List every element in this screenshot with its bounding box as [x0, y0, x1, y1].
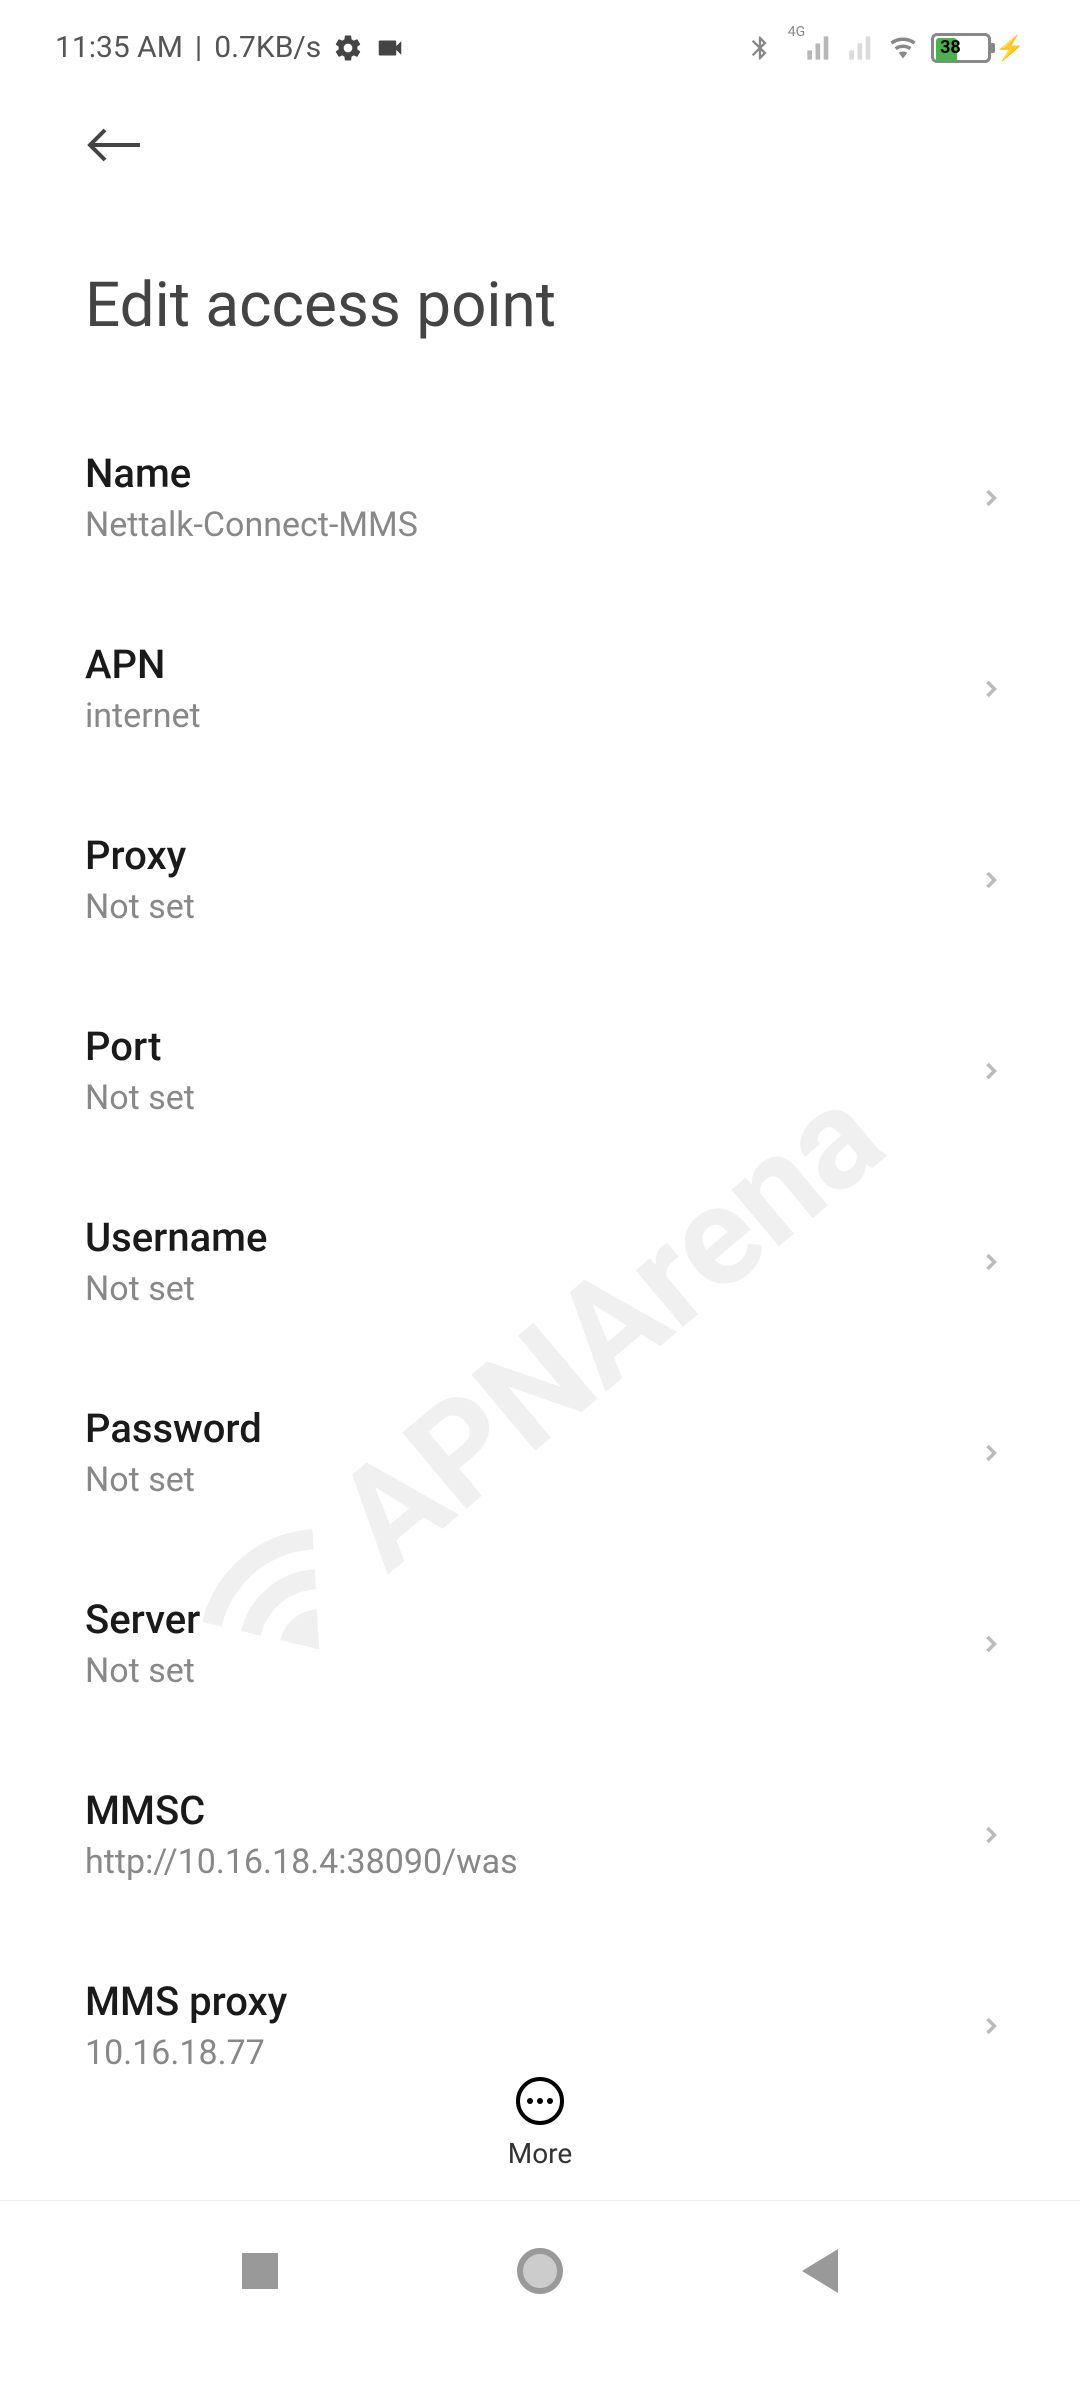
nav-back-button[interactable]: [795, 2246, 845, 2296]
chevron-right-icon: [977, 1248, 1005, 1276]
bottom-bar: More: [0, 2077, 1080, 2170]
chevron-right-icon: [977, 1439, 1005, 1467]
nav-home-button[interactable]: [515, 2246, 565, 2296]
back-arrow-icon[interactable]: [85, 125, 145, 165]
chevron-right-icon: [977, 1630, 1005, 1658]
setting-value: http://10.16.18.4:38090/was: [85, 1842, 518, 1882]
setting-name[interactable]: Name Nettalk-Connect-MMS: [85, 402, 1025, 593]
status-bar: 11:35 AM | 0.7KB/s 4G 38 ⚡: [0, 0, 1080, 85]
setting-mmsc[interactable]: MMSC http://10.16.18.4:38090/was: [85, 1739, 1025, 1930]
chevron-right-icon: [977, 866, 1005, 894]
setting-label: MMS proxy: [85, 1978, 287, 2025]
chevron-right-icon: [977, 1057, 1005, 1085]
setting-value: Not set: [85, 1269, 267, 1309]
more-label: More: [508, 2137, 573, 2170]
setting-label: Name: [85, 450, 418, 497]
navigation-bar: [0, 2200, 1080, 2340]
settings-list: Name Nettalk-Connect-MMS APN internet Pr…: [0, 402, 1080, 2121]
setting-value: Not set: [85, 887, 195, 927]
wifi-icon: [889, 34, 917, 62]
setting-password[interactable]: Password Not set: [85, 1357, 1025, 1548]
setting-value: Not set: [85, 1651, 200, 1691]
camera-icon: [375, 33, 405, 63]
status-data-speed: 0.7KB/s: [214, 30, 321, 65]
setting-value: Not set: [85, 1460, 262, 1500]
battery-indicator: 38 ⚡: [931, 33, 1025, 63]
setting-apn[interactable]: APN internet: [85, 593, 1025, 784]
setting-label: Port: [85, 1023, 195, 1070]
setting-label: APN: [85, 641, 201, 688]
gear-icon: [333, 33, 363, 63]
page-title: Edit access point: [0, 189, 1080, 402]
signal-icon-2: [847, 34, 875, 62]
more-button[interactable]: More: [508, 2077, 573, 2170]
setting-label: Username: [85, 1214, 267, 1261]
status-time: 11:35 AM: [55, 30, 183, 65]
setting-label: Proxy: [85, 832, 195, 879]
status-left: 11:35 AM | 0.7KB/s: [55, 30, 405, 65]
square-icon: [242, 2253, 278, 2289]
setting-username[interactable]: Username Not set: [85, 1166, 1025, 1357]
setting-label: Server: [85, 1596, 200, 1643]
bluetooth-icon: [746, 34, 774, 62]
setting-value: Not set: [85, 1078, 195, 1118]
triangle-icon: [802, 2249, 838, 2293]
signal-icon-1: [805, 34, 833, 62]
setting-label: Password: [85, 1405, 262, 1452]
chevron-right-icon: [977, 484, 1005, 512]
chevron-right-icon: [977, 2012, 1005, 2040]
signal-4g-label: 4G: [788, 34, 833, 62]
setting-server[interactable]: Server Not set: [85, 1548, 1025, 1739]
circle-icon: [517, 2248, 563, 2294]
header: [0, 85, 1080, 189]
setting-port[interactable]: Port Not set: [85, 975, 1025, 1166]
setting-value: 10.16.18.77: [85, 2033, 287, 2073]
nav-recent-button[interactable]: [235, 2246, 285, 2296]
status-separator: |: [195, 30, 202, 65]
status-right: 4G 38 ⚡: [746, 33, 1025, 63]
charging-icon: ⚡: [995, 34, 1025, 62]
setting-label: MMSC: [85, 1787, 518, 1834]
setting-value: internet: [85, 696, 201, 736]
setting-proxy[interactable]: Proxy Not set: [85, 784, 1025, 975]
setting-value: Nettalk-Connect-MMS: [85, 505, 418, 545]
more-icon: [516, 2077, 564, 2125]
chevron-right-icon: [977, 675, 1005, 703]
chevron-right-icon: [977, 1821, 1005, 1849]
